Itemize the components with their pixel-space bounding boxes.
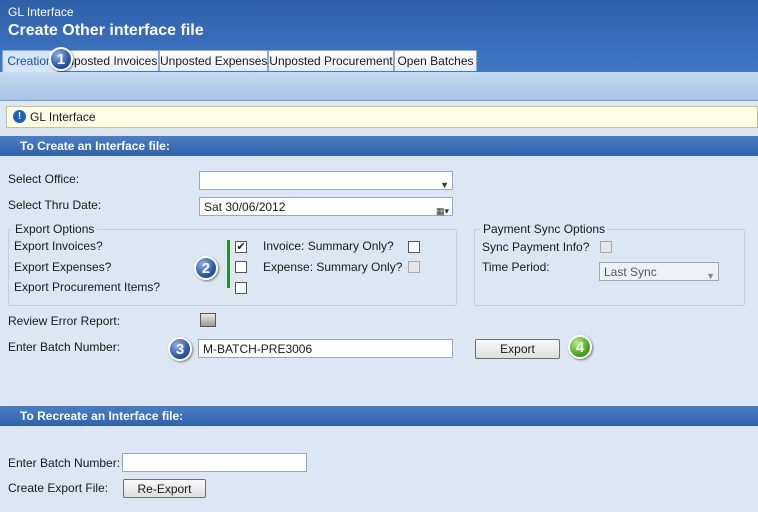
- create-section-header: To Create an Interface file:: [0, 136, 758, 156]
- thru-date-value: Sat 30/06/2012: [204, 200, 286, 214]
- export-procurement-label: Export Procurement Items?: [14, 280, 161, 294]
- invoice-summary-label: Invoice: Summary Only?: [263, 239, 394, 253]
- recreate-section-header: To Recreate an Interface file:: [0, 406, 758, 426]
- export-expenses-label: Export Expenses?: [14, 260, 112, 274]
- recreate-batch-number-label: Enter Batch Number:: [8, 456, 121, 470]
- invoice-summary-checkbox[interactable]: [408, 241, 420, 253]
- select-thru-date-label: Select Thru Date:: [8, 198, 102, 212]
- review-error-label: Review Error Report:: [8, 314, 121, 328]
- time-period-label: Time Period:: [482, 260, 550, 274]
- expense-summary-checkbox: [408, 261, 420, 273]
- app-title: GL Interface: [8, 5, 74, 19]
- reexport-button[interactable]: Re-Export: [123, 479, 206, 498]
- checkmark-icon: ✔: [236, 241, 246, 253]
- thru-date-picker[interactable]: Sat 30/06/2012 ▦▾: [199, 197, 453, 216]
- export-invoices-label: Export Invoices?: [14, 239, 103, 253]
- sync-payment-label: Sync Payment Info?: [482, 240, 590, 254]
- create-section-title: To Create an Interface file:: [20, 139, 170, 153]
- callout-2: 2: [194, 256, 218, 280]
- highlight-line: [227, 240, 230, 288]
- toolbar-strip: [0, 72, 758, 101]
- tab-bar: Creation Unposted Invoices Unposted Expe…: [0, 50, 758, 73]
- payment-sync-title: Payment Sync Options: [480, 222, 609, 236]
- create-export-file-label: Create Export File:: [8, 481, 109, 495]
- printer-icon[interactable]: [200, 313, 216, 327]
- batch-number-value: M-BATCH-PRE3006: [203, 342, 313, 356]
- callout-1: 1: [49, 47, 73, 71]
- info-notice: ! GL Interface: [6, 106, 758, 128]
- chevron-down-icon[interactable]: ▼: [440, 176, 449, 195]
- batch-number-label: Enter Batch Number:: [8, 340, 121, 354]
- callout-4: 4: [568, 335, 592, 359]
- select-office-dropdown[interactable]: ▼: [199, 171, 453, 190]
- tab-unposted-procurement[interactable]: Unposted Procurement: [268, 50, 394, 71]
- time-period-value: Last Sync: [604, 265, 657, 279]
- export-expenses-checkbox[interactable]: [235, 261, 247, 273]
- tab-open-batches[interactable]: Open Batches: [394, 50, 477, 71]
- export-procurement-checkbox[interactable]: [235, 282, 247, 294]
- time-period-dropdown: Last Sync ▼: [599, 262, 719, 281]
- notice-text: GL Interface: [30, 110, 96, 124]
- expense-summary-label: Expense: Summary Only?: [263, 260, 403, 274]
- export-button[interactable]: Export: [475, 339, 560, 359]
- recreate-batch-number-input[interactable]: [122, 453, 307, 472]
- export-options-title: Export Options: [12, 222, 98, 236]
- export-invoices-checkbox[interactable]: ✔: [235, 241, 247, 253]
- chevron-down-icon: ▼: [706, 271, 715, 281]
- sync-payment-checkbox: [600, 241, 612, 253]
- info-icon: !: [13, 110, 26, 123]
- page-title: Create Other interface file: [8, 22, 204, 39]
- tab-unposted-expenses[interactable]: Unposted Expenses: [159, 50, 268, 71]
- recreate-section-title: To Recreate an Interface file:: [20, 409, 184, 423]
- calendar-icon[interactable]: ▦▾: [436, 202, 449, 221]
- callout-3: 3: [168, 337, 192, 361]
- batch-number-input[interactable]: M-BATCH-PRE3006: [198, 339, 453, 358]
- select-office-label: Select Office:: [8, 172, 80, 186]
